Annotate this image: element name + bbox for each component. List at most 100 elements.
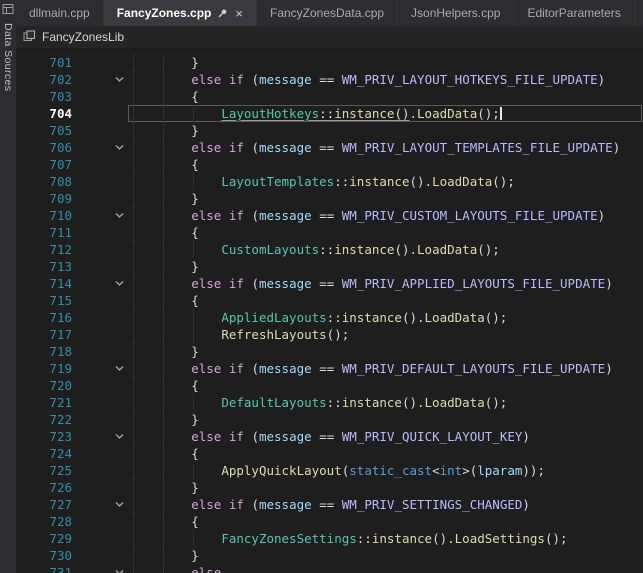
code-line-729[interactable]: 729 FancyZonesSettings::instance().LoadS… [16, 530, 643, 547]
close-icon[interactable]: × [235, 6, 243, 21]
line-number[interactable]: 703 [16, 88, 72, 105]
code-line-720[interactable]: 720 { [16, 377, 643, 394]
code-line-718[interactable]: 718 } [16, 343, 643, 360]
line-number[interactable]: 715 [16, 292, 72, 309]
code-line-724[interactable]: 724 { [16, 445, 643, 462]
line-number[interactable]: 728 [16, 513, 72, 530]
code-line-727[interactable]: 727 else if (message == WM_PRIV_SETTINGS… [16, 496, 643, 513]
code-line-702[interactable]: 702 else if (message == WM_PRIV_LAYOUT_H… [16, 71, 643, 88]
line-number[interactable]: 725 [16, 462, 72, 479]
code-text: else if (message == WM_PRIV_LAYOUT_TEMPL… [131, 139, 643, 156]
line-number[interactable]: 704 [16, 105, 72, 122]
code-line-712[interactable]: 712 CustomLayouts::instance().LoadData()… [16, 241, 643, 258]
line-number[interactable]: 731 [16, 564, 72, 573]
code-line-706[interactable]: 706 else if (message == WM_PRIV_LAYOUT_T… [16, 139, 643, 156]
code-line-722[interactable]: 722 } [16, 411, 643, 428]
code-line-708[interactable]: 708 LayoutTemplates::instance().LoadData… [16, 173, 643, 190]
code-line-704[interactable]: 704 LayoutHotkeys::instance().LoadData()… [16, 105, 643, 122]
line-number[interactable]: 729 [16, 530, 72, 547]
line-number[interactable]: 727 [16, 496, 72, 513]
project-dropdown-label[interactable]: FancyZonesLib [42, 30, 124, 44]
line-number[interactable]: 720 [16, 377, 72, 394]
line-number[interactable]: 724 [16, 445, 72, 462]
code-line-713[interactable]: 713 } [16, 258, 643, 275]
line-number[interactable]: 730 [16, 547, 72, 564]
line-number[interactable]: 719 [16, 360, 72, 377]
code-line-721[interactable]: 721 DefaultLayouts::instance().LoadData(… [16, 394, 643, 411]
line-number[interactable]: 713 [16, 258, 72, 275]
fold-column[interactable] [72, 360, 131, 377]
chevron-down-icon[interactable] [114, 210, 125, 221]
tab-fancyzonesdata-cpp[interactable]: FancyZonesData.cpp [257, 0, 398, 26]
line-number[interactable]: 718 [16, 343, 72, 360]
chevron-down-icon[interactable] [114, 363, 125, 374]
line-number[interactable]: 706 [16, 139, 72, 156]
token: else [191, 497, 221, 512]
indent-guide [163, 343, 164, 360]
tab-editorparameters[interactable]: EditorParameters [514, 0, 634, 26]
pin-icon[interactable] [217, 8, 228, 19]
line-number[interactable]: 709 [16, 190, 72, 207]
fold-column[interactable] [72, 428, 131, 445]
line-number[interactable]: 723 [16, 428, 72, 445]
indent-guide [163, 292, 164, 309]
code-line-726[interactable]: 726 } [16, 479, 643, 496]
code-line-714[interactable]: 714 else if (message == WM_PRIV_APPLIED_… [16, 275, 643, 292]
code-line-703[interactable]: 703 { [16, 88, 643, 105]
chevron-down-icon[interactable] [114, 567, 125, 573]
tab-fancyzones-cpp[interactable]: FancyZones.cpp× [104, 0, 257, 26]
fold-column [72, 479, 131, 496]
code-line-709[interactable]: 709 } [16, 190, 643, 207]
code-line-719[interactable]: 719 else if (message == WM_PRIV_DEFAULT_… [16, 360, 643, 377]
line-number[interactable]: 710 [16, 207, 72, 224]
token: if [229, 497, 244, 512]
chevron-down-icon[interactable] [114, 431, 125, 442]
line-number[interactable]: 701 [16, 54, 72, 71]
line-number[interactable]: 702 [16, 71, 72, 88]
line-number[interactable]: 717 [16, 326, 72, 343]
chevron-down-icon[interactable] [114, 74, 125, 85]
code-text: { [131, 156, 643, 173]
code-line-715[interactable]: 715 { [16, 292, 643, 309]
code-line-731[interactable]: 731 else [16, 564, 643, 573]
code-line-705[interactable]: 705 } [16, 122, 643, 139]
code-line-716[interactable]: 716 AppliedLayouts::instance().LoadData(… [16, 309, 643, 326]
line-number[interactable]: 714 [16, 275, 72, 292]
line-number[interactable]: 726 [16, 479, 72, 496]
fold-column[interactable] [72, 496, 131, 513]
code-line-717[interactable]: 717 RefreshLayouts(); [16, 326, 643, 343]
fold-column[interactable] [72, 71, 131, 88]
token: } [131, 412, 199, 427]
code-line-725[interactable]: 725 ApplyQuickLayout(static_cast<int>(lp… [16, 462, 643, 479]
tab-dllmain-cpp[interactable]: dllmain.cpp [16, 0, 104, 26]
line-number[interactable]: 707 [16, 156, 72, 173]
fold-column[interactable] [72, 564, 131, 573]
line-number[interactable]: 711 [16, 224, 72, 241]
line-number[interactable]: 705 [16, 122, 72, 139]
code-line-707[interactable]: 707 { [16, 156, 643, 173]
line-number[interactable]: 712 [16, 241, 72, 258]
code-line-723[interactable]: 723 else if (message == WM_PRIV_QUICK_LA… [16, 428, 643, 445]
fold-column [72, 343, 131, 360]
line-number[interactable]: 721 [16, 394, 72, 411]
chevron-down-icon[interactable] [114, 142, 125, 153]
chevron-down-icon[interactable] [114, 499, 125, 510]
fold-column[interactable] [72, 207, 131, 224]
code-editor[interactable]: 701 }702 else if (message == WM_PRIV_LAY… [16, 49, 643, 573]
fold-column[interactable] [72, 139, 131, 156]
code-line-711[interactable]: 711 { [16, 224, 643, 241]
navigation-bar[interactable]: FancyZonesLib [16, 26, 643, 49]
fold-column[interactable] [72, 275, 131, 292]
line-number[interactable]: 716 [16, 309, 72, 326]
code-line-728[interactable]: 728 { [16, 513, 643, 530]
token: == [312, 72, 342, 87]
code-line-701[interactable]: 701 } [16, 54, 643, 71]
code-line-710[interactable]: 710 else if (message == WM_PRIV_CUSTOM_L… [16, 207, 643, 224]
side-panel-tab-data-sources[interactable]: Data Sources [0, 0, 16, 573]
chevron-down-icon[interactable] [114, 278, 125, 289]
tab-jsonhelpers-cpp[interactable]: JsonHelpers.cpp [398, 0, 514, 26]
line-number[interactable]: 708 [16, 173, 72, 190]
code-line-730[interactable]: 730 } [16, 547, 643, 564]
line-number[interactable]: 722 [16, 411, 72, 428]
indent-guide [193, 105, 194, 122]
